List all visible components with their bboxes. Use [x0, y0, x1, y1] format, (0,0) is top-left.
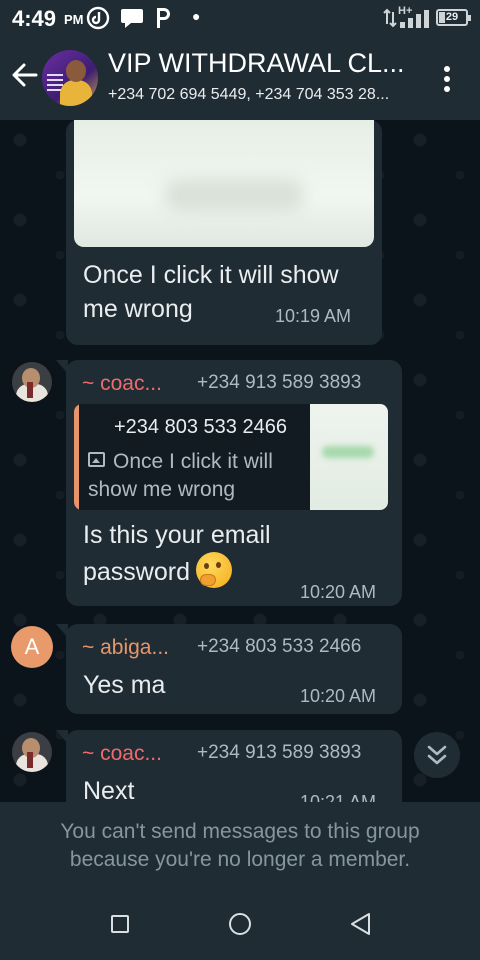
message-bubble[interactable]: Once I click it will show me wrong 10:19… — [66, 120, 382, 345]
notification-dot-icon: ● — [192, 8, 201, 24]
group-title[interactable]: VIP WITHDRAWAL CL... — [108, 48, 424, 79]
quoted-text: Once I click it will show me wrong — [88, 450, 273, 501]
message-text: Next — [83, 777, 135, 802]
message-time: 10:21 AM — [300, 792, 377, 802]
system-navigation-bar — [0, 894, 480, 960]
battery-icon: 29 — [436, 9, 471, 26]
message-time: 10:20 AM — [300, 686, 377, 706]
quoted-image-thumbnail — [310, 404, 388, 510]
message-text: Is this your email password — [83, 521, 271, 586]
sender-name[interactable]: ~ abiga... — [82, 636, 169, 660]
quoted-sender: +234 803 533 2466 — [114, 416, 287, 438]
message-bubble[interactable]: ~ coac... +234 913 589 3893 Next 10:21 A… — [56, 730, 402, 802]
message-time: 10:19 AM — [275, 306, 352, 326]
sender-phone[interactable]: +234 803 533 2466 — [197, 636, 361, 658]
image-attachment[interactable] — [74, 120, 374, 247]
battery-level: 29 — [445, 11, 459, 23]
more-options-icon[interactable] — [436, 64, 458, 94]
thinking-face-icon — [196, 552, 232, 588]
message-bubble-icon — [121, 9, 143, 28]
status-bar: 4:49 PM ● H+ 29 — [0, 0, 480, 36]
data-arrows-icon — [383, 8, 397, 28]
message-text-block: Is this your email password — [83, 518, 313, 589]
message-text: Yes ma — [83, 671, 166, 699]
message-bubble[interactable]: ~ coac... +234 913 589 3893 +234 803 533… — [56, 360, 402, 606]
tiktok-icon — [86, 6, 110, 30]
status-ampm: PM — [64, 12, 84, 27]
home-button[interactable] — [229, 913, 251, 935]
sender-avatar[interactable]: A — [11, 626, 53, 668]
scroll-to-bottom-button[interactable] — [414, 732, 460, 778]
quoted-message[interactable]: +234 803 533 2466 Once I click it will s… — [74, 404, 388, 510]
sender-avatar[interactable] — [12, 362, 52, 402]
chat-messages[interactable]: Once I click it will show me wrong 10:19… — [0, 120, 480, 802]
signal-icon — [400, 10, 429, 28]
recent-apps-button[interactable] — [111, 915, 129, 933]
double-chevron-down-icon — [427, 745, 447, 765]
message-bubble[interactable]: ~ abiga... +234 803 533 2466 Yes ma 10:2… — [56, 624, 402, 714]
sender-phone[interactable]: +234 913 589 3893 — [197, 372, 361, 394]
sender-name[interactable]: ~ coac... — [82, 742, 162, 766]
composer-disabled-banner: You can't send messages to this group be… — [0, 802, 480, 894]
status-time: 4:49 — [12, 6, 57, 31]
quoted-text-block: Once I click it will show me wrong — [88, 448, 308, 504]
p-app-icon — [157, 8, 170, 28]
sender-phone[interactable]: +234 913 589 3893 — [197, 742, 361, 764]
group-avatar[interactable] — [42, 50, 98, 106]
chat-header: VIP WITHDRAWAL CL... +234 702 694 5449, … — [0, 36, 480, 120]
sender-name[interactable]: ~ coac... — [82, 372, 162, 396]
back-arrow-icon[interactable] — [10, 60, 40, 90]
not-member-notice: You can't send messages to this group be… — [60, 820, 420, 871]
photo-icon — [88, 452, 105, 467]
sender-avatar[interactable] — [12, 732, 52, 772]
message-time: 10:20 AM — [300, 582, 377, 602]
nav-back-button[interactable] — [348, 911, 374, 937]
group-members[interactable]: +234 702 694 5449, +234 704 353 28... — [108, 86, 424, 104]
